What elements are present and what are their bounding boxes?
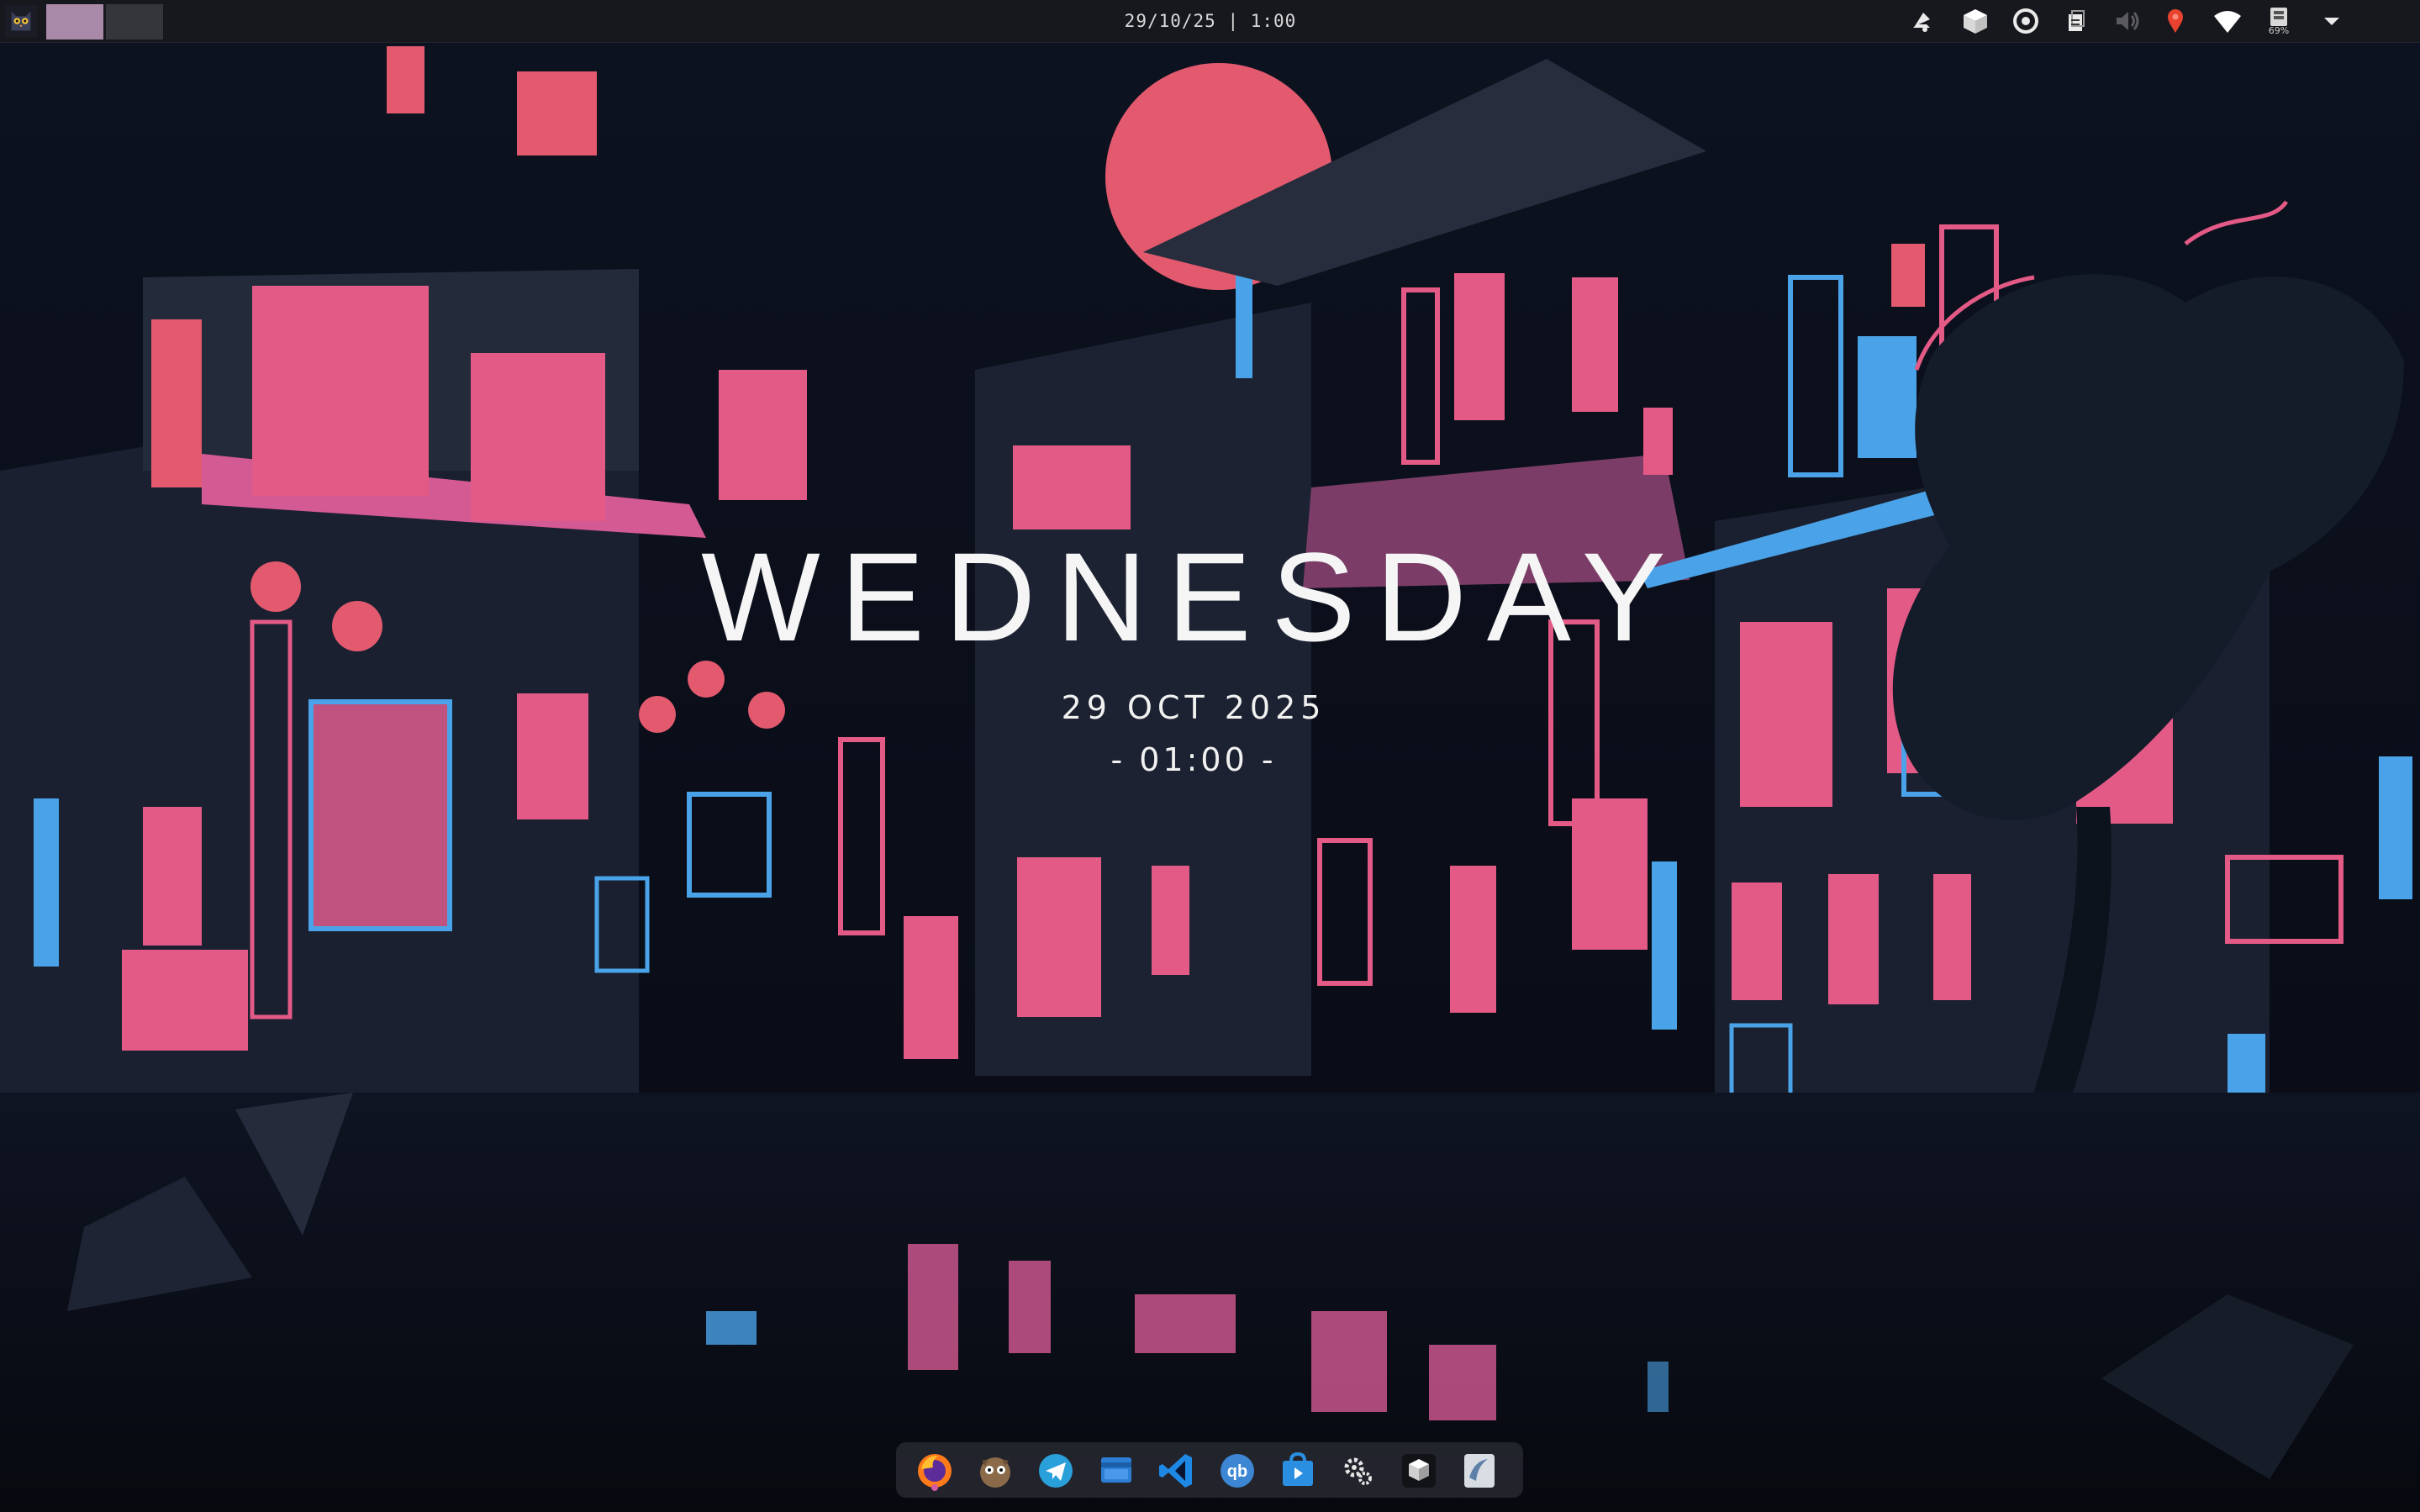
package-icon[interactable] bbox=[1959, 4, 1992, 38]
app-box-icon[interactable] bbox=[1397, 1449, 1441, 1493]
desktop: 29/10/25 | 1:00 69% WEDNESDAY 29 OCT 202… bbox=[0, 0, 2420, 1512]
time-label: - 01:00 - bbox=[1110, 741, 1277, 778]
settings-icon[interactable] bbox=[1337, 1449, 1380, 1493]
vscode-icon[interactable] bbox=[1155, 1449, 1199, 1493]
desktop-clock-widget: WEDNESDAY 29 OCT 2025 - 01:00 - bbox=[656, 526, 1732, 790]
location-pin-icon[interactable] bbox=[2159, 4, 2192, 38]
notifications-icon[interactable] bbox=[1905, 4, 1938, 38]
telegram-icon[interactable] bbox=[1034, 1449, 1078, 1493]
sync-icon[interactable] bbox=[2009, 4, 2043, 38]
clipboard-icon[interactable] bbox=[2059, 4, 2093, 38]
svg-text:qb: qb bbox=[1227, 1462, 1247, 1481]
svg-text:WEDNESDAY: WEDNESDAY bbox=[701, 546, 1686, 664]
qbittorrent-icon[interactable]: qb bbox=[1215, 1449, 1259, 1493]
app-wave-icon[interactable] bbox=[1458, 1449, 1501, 1493]
store-icon[interactable] bbox=[1276, 1449, 1320, 1493]
battery-percent-label: 69% bbox=[2268, 25, 2290, 36]
files-icon[interactable] bbox=[1094, 1449, 1138, 1493]
menu-arrow-icon[interactable] bbox=[2315, 4, 2349, 38]
date-label: 29 OCT 2025 bbox=[1061, 689, 1326, 726]
volume-muted-icon[interactable] bbox=[2110, 4, 2143, 38]
day-name-text: WEDNESDAY bbox=[701, 526, 1686, 667]
workspace-2-button[interactable] bbox=[106, 4, 163, 40]
dock: qb bbox=[896, 1442, 1523, 1498]
wifi-icon[interactable] bbox=[2211, 4, 2244, 38]
owl-logo-icon[interactable] bbox=[5, 5, 37, 37]
day-name: WEDNESDAY bbox=[656, 526, 1732, 667]
bar-datetime[interactable]: 29/10/25 | 1:00 bbox=[1084, 0, 1337, 42]
firefox-icon[interactable] bbox=[913, 1449, 957, 1493]
terminal-icon[interactable] bbox=[973, 1449, 1017, 1493]
workspace-1-button[interactable] bbox=[46, 4, 103, 40]
top-bar: 29/10/25 | 1:00 69% bbox=[0, 0, 2420, 43]
